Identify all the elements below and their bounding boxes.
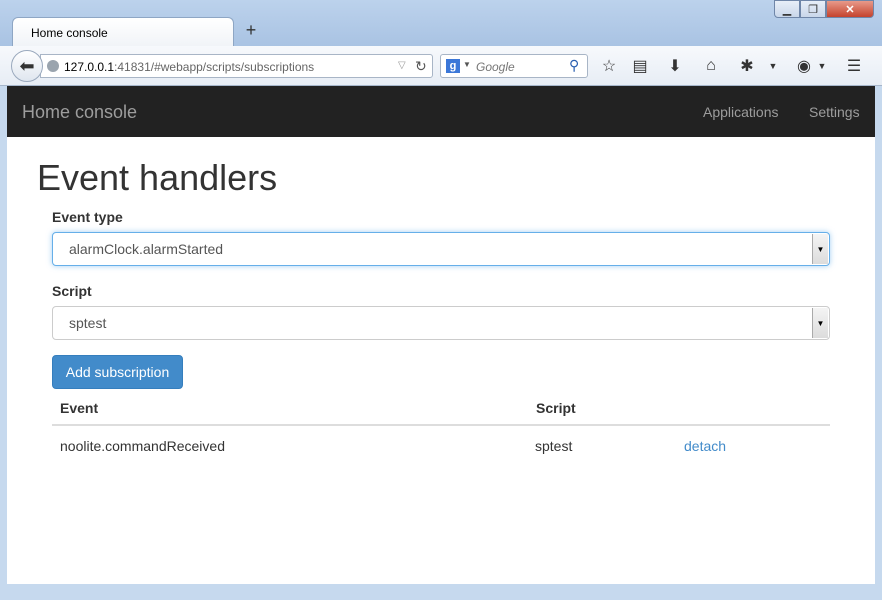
url-bar[interactable]: 127.0.0.1:41831/#webapp/scripts/subscrip… [40, 54, 433, 78]
minimize-button[interactable]: ▁ [774, 0, 800, 18]
page-viewport: Home console Applications Settings Event… [7, 86, 875, 584]
nav-settings[interactable]: Settings [809, 104, 860, 120]
search-icon[interactable]: ⚲ [569, 57, 579, 74]
maximize-button[interactable]: ❐ [800, 0, 826, 18]
script-select[interactable]: sptest ▼ [52, 306, 830, 340]
minimize-icon: ▁ [782, 3, 792, 16]
event-type-select[interactable]: alarmClock.alarmStarted ▼ [52, 232, 830, 266]
engine-dropdown-icon[interactable]: ▼ [463, 60, 471, 69]
back-button[interactable]: ⬅ [11, 50, 43, 82]
firebug-icon[interactable]: ✱ [736, 55, 758, 77]
menu-icon[interactable]: ☰ [843, 55, 865, 77]
browser-toolbar: 127.0.0.1:41831/#webapp/scripts/subscrip… [0, 46, 882, 86]
browser-tab[interactable]: Home console [12, 17, 234, 46]
script-value: sptest [69, 315, 107, 331]
reload-icon[interactable]: ↻ [415, 58, 427, 75]
chevron-down-icon[interactable]: ▼ [812, 234, 828, 264]
window-titlebar: Home console + ▁ ❐ ✕ [0, 0, 882, 46]
detach-link[interactable]: detach [684, 438, 726, 454]
bookmark-star-icon[interactable]: ☆ [598, 55, 620, 77]
search-bar[interactable]: g ▼ Google ⚲ [440, 54, 588, 78]
close-icon: ✕ [845, 3, 855, 16]
downloads-icon[interactable]: ⬇ [664, 55, 686, 77]
chevron-down-icon[interactable]: ▼ [812, 308, 828, 338]
tab-title: Home console [31, 26, 108, 40]
url-history-dropdown-icon[interactable]: ▽ [398, 60, 406, 71]
addon-dropdown-icon[interactable]: ▼ [811, 55, 833, 77]
window-bottom-frame [0, 584, 882, 600]
event-type-label: Event type [52, 209, 123, 225]
page-title: Event handlers [37, 157, 278, 198]
new-tab-button[interactable]: + [243, 20, 259, 40]
site-identity-icon[interactable] [47, 60, 59, 72]
add-subscription-button[interactable]: Add subscription [52, 355, 183, 389]
url-text[interactable]: 127.0.0.1:41831/#webapp/scripts/subscrip… [64, 60, 314, 74]
event-type-value: alarmClock.alarmStarted [69, 241, 224, 257]
back-arrow-icon: ⬅ [19, 55, 35, 76]
home-icon[interactable]: ⌂ [700, 55, 722, 77]
row-event: noolite.commandReceived [60, 438, 225, 454]
close-button[interactable]: ✕ [826, 0, 874, 18]
column-header-script: Script [536, 400, 576, 416]
reading-list-icon[interactable]: ▤ [629, 55, 651, 77]
script-label: Script [52, 283, 92, 299]
window-controls: ▁ ❐ ✕ [774, 0, 876, 20]
firebug-dropdown-icon[interactable]: ▼ [762, 55, 784, 77]
app-brand[interactable]: Home console [22, 102, 137, 123]
url-host: 127.0.0.1 [64, 60, 115, 74]
url-path: :41831/#webapp/scripts/subscriptions [114, 60, 315, 74]
restore-icon: ❐ [808, 3, 818, 16]
search-placeholder[interactable]: Google [476, 60, 515, 74]
google-engine-icon[interactable]: g [446, 59, 460, 73]
app-navbar: Home console Applications Settings [7, 86, 875, 137]
table-header-divider [52, 424, 830, 426]
nav-applications[interactable]: Applications [703, 104, 779, 120]
row-script: sptest [535, 438, 573, 454]
column-header-event: Event [60, 400, 99, 416]
